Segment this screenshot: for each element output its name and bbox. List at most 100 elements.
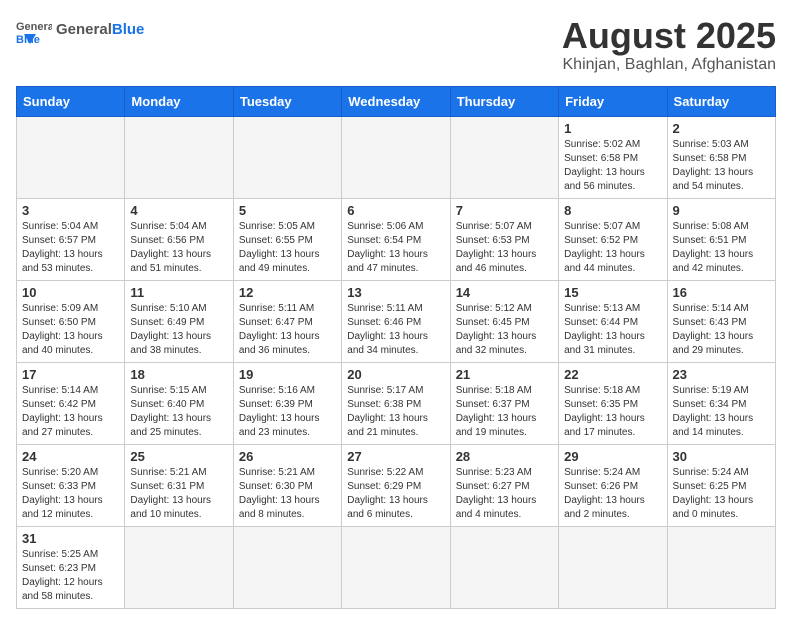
weekday-monday: Monday xyxy=(125,86,233,116)
weekday-thursday: Thursday xyxy=(450,86,558,116)
weekday-wednesday: Wednesday xyxy=(342,86,450,116)
logo-blue: Blue xyxy=(112,21,145,38)
day-info: Sunrise: 5:15 AM Sunset: 6:40 PM Dayligh… xyxy=(130,384,227,440)
calendar-cell: 17Sunrise: 5:14 AM Sunset: 6:42 PM Dayli… xyxy=(17,362,125,444)
calendar-cell: 28Sunrise: 5:23 AM Sunset: 6:27 PM Dayli… xyxy=(450,444,558,526)
calendar-cell: 2Sunrise: 5:03 AM Sunset: 6:58 PM Daylig… xyxy=(667,116,775,198)
day-number: 16 xyxy=(673,285,770,300)
calendar-cell: 3Sunrise: 5:04 AM Sunset: 6:57 PM Daylig… xyxy=(17,198,125,280)
calendar-cell: 22Sunrise: 5:18 AM Sunset: 6:35 PM Dayli… xyxy=(559,362,667,444)
day-info: Sunrise: 5:10 AM Sunset: 6:49 PM Dayligh… xyxy=(130,302,227,358)
day-info: Sunrise: 5:14 AM Sunset: 6:43 PM Dayligh… xyxy=(673,302,770,358)
calendar-cell: 16 Sunrise: 5:14 AM Sunset: 6:43 PM Dayli… xyxy=(667,280,775,362)
week-row-4: 17Sunrise: 5:14 AM Sunset: 6:42 PM Dayli… xyxy=(17,362,776,444)
calendar-cell: 15Sunrise: 5:13 AM Sunset: 6:44 PM Dayli… xyxy=(559,280,667,362)
day-info: Sunrise: 5:20 AM Sunset: 6:33 PM Dayligh… xyxy=(22,466,119,522)
calendar-cell: 10 Sunrise: 5:09 AM Sunset: 6:50 PM Dayli… xyxy=(17,280,125,362)
calendar-cell: 8Sunrise: 5:07 AM Sunset: 6:52 PM Daylig… xyxy=(559,198,667,280)
weekday-friday: Friday xyxy=(559,86,667,116)
day-info: Sunrise: 5:04 AM Sunset: 6:57 PM Dayligh… xyxy=(22,220,119,276)
calendar-cell: 1 Sunrise: 5:02 AM Sunset: 6:58 PM Daylig… xyxy=(559,116,667,198)
day-info: Sunrise: 5:21 AM Sunset: 6:30 PM Dayligh… xyxy=(239,466,336,522)
calendar-cell xyxy=(342,526,450,608)
day-info: Sunrise: 5:17 AM Sunset: 6:38 PM Dayligh… xyxy=(347,384,444,440)
day-info: Sunrise: 5:09 AM Sunset: 6:50 PM Dayligh… xyxy=(22,302,119,358)
day-number: 4 xyxy=(130,203,227,218)
day-number: 27 xyxy=(347,449,444,464)
day-info: Sunrise: 5:02 AM Sunset: 6:58 PM Dayligh… xyxy=(564,138,661,194)
calendar-cell xyxy=(667,526,775,608)
day-number: 15 xyxy=(564,285,661,300)
calendar-table: SundayMondayTuesdayWednesdayThursdayFrid… xyxy=(16,86,776,609)
calendar-cell xyxy=(125,526,233,608)
day-number: 11 xyxy=(130,285,227,300)
calendar-cell: 21 Sunrise: 5:18 AM Sunset: 6:37 PM Dayli… xyxy=(450,362,558,444)
page-header: General Blue GeneralBlue August 2025 Khi… xyxy=(16,16,776,74)
calendar-cell xyxy=(125,116,233,198)
page-title: August 2025 xyxy=(562,16,776,56)
logo: General Blue GeneralBlue xyxy=(16,16,144,44)
svg-text:Blue: Blue xyxy=(16,34,40,44)
calendar-cell xyxy=(233,116,341,198)
day-info: Sunrise: 5:06 AM Sunset: 6:54 PM Dayligh… xyxy=(347,220,444,276)
day-info: Sunrise: 5:22 AM Sunset: 6:29 PM Dayligh… xyxy=(347,466,444,522)
day-number: 29 xyxy=(564,449,661,464)
day-number: 7 xyxy=(456,203,553,218)
calendar-cell: 9 Sunrise: 5:08 AM Sunset: 6:51 PM Daylig… xyxy=(667,198,775,280)
week-row-5: 24 Sunrise: 5:20 AM Sunset: 6:33 PM Dayli… xyxy=(17,444,776,526)
day-number: 6 xyxy=(347,203,444,218)
calendar-body: 1 Sunrise: 5:02 AM Sunset: 6:58 PM Daylig… xyxy=(17,116,776,608)
day-info: Sunrise: 5:08 AM Sunset: 6:51 PM Dayligh… xyxy=(673,220,770,276)
logo-general: General xyxy=(56,21,112,38)
calendar-cell: 13Sunrise: 5:11 AM Sunset: 6:46 PM Dayli… xyxy=(342,280,450,362)
day-number: 30 xyxy=(673,449,770,464)
day-info: Sunrise: 5:11 AM Sunset: 6:46 PM Dayligh… xyxy=(347,302,444,358)
day-number: 24 xyxy=(22,449,119,464)
calendar-cell: 14Sunrise: 5:12 AM Sunset: 6:45 PM Dayli… xyxy=(450,280,558,362)
day-info: Sunrise: 5:05 AM Sunset: 6:55 PM Dayligh… xyxy=(239,220,336,276)
weekday-header-row: SundayMondayTuesdayWednesdayThursdayFrid… xyxy=(17,86,776,116)
day-info: Sunrise: 5:23 AM Sunset: 6:27 PM Dayligh… xyxy=(456,466,553,522)
calendar-cell xyxy=(17,116,125,198)
day-info: Sunrise: 5:21 AM Sunset: 6:31 PM Dayligh… xyxy=(130,466,227,522)
day-info: Sunrise: 5:11 AM Sunset: 6:47 PM Dayligh… xyxy=(239,302,336,358)
logo-icon: General Blue xyxy=(16,16,52,44)
day-info: Sunrise: 5:16 AM Sunset: 6:39 PM Dayligh… xyxy=(239,384,336,440)
day-number: 22 xyxy=(564,367,661,382)
calendar-cell: 7 Sunrise: 5:07 AM Sunset: 6:53 PM Daylig… xyxy=(450,198,558,280)
calendar-cell xyxy=(450,526,558,608)
calendar-cell: 26 Sunrise: 5:21 AM Sunset: 6:30 PM Dayli… xyxy=(233,444,341,526)
week-row-2: 3Sunrise: 5:04 AM Sunset: 6:57 PM Daylig… xyxy=(17,198,776,280)
calendar-header: SundayMondayTuesdayWednesdayThursdayFrid… xyxy=(17,86,776,116)
calendar-cell: 30Sunrise: 5:24 AM Sunset: 6:25 PM Dayli… xyxy=(667,444,775,526)
page-subtitle: Khinjan, Baghlan, Afghanistan xyxy=(562,56,776,74)
calendar-cell: 11 Sunrise: 5:10 AM Sunset: 6:49 PM Dayli… xyxy=(125,280,233,362)
day-number: 21 xyxy=(456,367,553,382)
calendar-cell: 29 Sunrise: 5:24 AM Sunset: 6:26 PM Dayli… xyxy=(559,444,667,526)
day-number: 2 xyxy=(673,121,770,136)
day-info: Sunrise: 5:24 AM Sunset: 6:26 PM Dayligh… xyxy=(564,466,661,522)
calendar-cell: 12Sunrise: 5:11 AM Sunset: 6:47 PM Dayli… xyxy=(233,280,341,362)
calendar-cell: 5Sunrise: 5:05 AM Sunset: 6:55 PM Daylig… xyxy=(233,198,341,280)
day-info: Sunrise: 5:18 AM Sunset: 6:37 PM Dayligh… xyxy=(456,384,553,440)
calendar-cell: 31Sunrise: 5:25 AM Sunset: 6:23 PM Dayli… xyxy=(17,526,125,608)
day-number: 19 xyxy=(239,367,336,382)
calendar-cell: 27 Sunrise: 5:22 AM Sunset: 6:29 PM Dayli… xyxy=(342,444,450,526)
day-number: 26 xyxy=(239,449,336,464)
day-info: Sunrise: 5:14 AM Sunset: 6:42 PM Dayligh… xyxy=(22,384,119,440)
weekday-sunday: Sunday xyxy=(17,86,125,116)
day-info: Sunrise: 5:07 AM Sunset: 6:53 PM Dayligh… xyxy=(456,220,553,276)
day-number: 23 xyxy=(673,367,770,382)
day-number: 31 xyxy=(22,531,119,546)
calendar-cell: 25Sunrise: 5:21 AM Sunset: 6:31 PM Dayli… xyxy=(125,444,233,526)
calendar-cell: 6 Sunrise: 5:06 AM Sunset: 6:54 PM Daylig… xyxy=(342,198,450,280)
day-number: 9 xyxy=(673,203,770,218)
day-number: 10 xyxy=(22,285,119,300)
calendar-cell: 19 Sunrise: 5:16 AM Sunset: 6:39 PM Dayli… xyxy=(233,362,341,444)
calendar-cell: 23 Sunrise: 5:19 AM Sunset: 6:34 PM Dayli… xyxy=(667,362,775,444)
calendar-cell: 24 Sunrise: 5:20 AM Sunset: 6:33 PM Dayli… xyxy=(17,444,125,526)
day-number: 1 xyxy=(564,121,661,136)
calendar-cell xyxy=(233,526,341,608)
day-info: Sunrise: 5:19 AM Sunset: 6:34 PM Dayligh… xyxy=(673,384,770,440)
day-info: Sunrise: 5:04 AM Sunset: 6:56 PM Dayligh… xyxy=(130,220,227,276)
